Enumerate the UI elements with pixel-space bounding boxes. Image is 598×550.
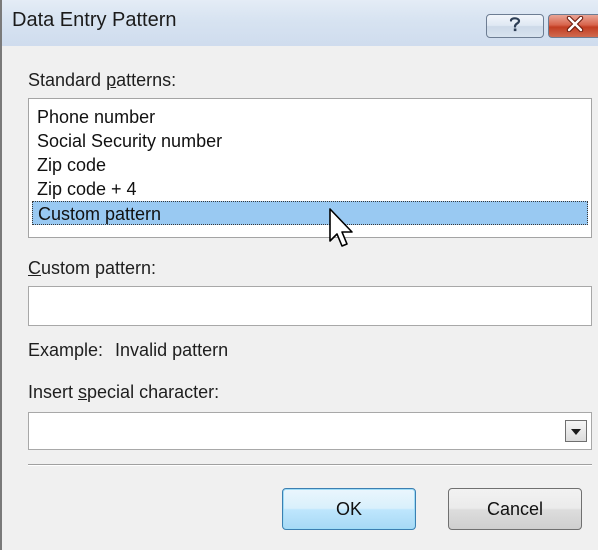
close-x-icon [566,15,584,37]
chevron-down-icon [571,422,581,440]
label-text: pecial character: [87,382,220,402]
pattern-item-phone-number[interactable]: Phone number [33,105,155,129]
example-label: Example: [28,340,104,360]
pattern-item-social-security-number[interactable]: Social Security number [33,129,222,153]
dialog-title: Data Entry Pattern [12,9,177,31]
question-mark-icon [507,15,523,38]
title-bar[interactable]: Data Entry Pattern [2,0,598,46]
example-value: Invalid pattern [115,340,229,360]
label-mnemonic: p [106,70,117,90]
pattern-item-custom-pattern[interactable]: Custom pattern [32,201,588,225]
insert-special-character-combobox[interactable] [28,412,592,450]
label-text: atterns: [116,70,177,90]
close-button[interactable] [548,14,598,38]
data-entry-pattern-dialog: Data Entry Pattern Standard patterns: Ph… [0,0,598,550]
ok-button[interactable]: OK [282,488,416,530]
standard-patterns-label: Standard patterns: [28,70,176,91]
label-mnemonic: s [78,382,88,402]
pattern-item-zip-code-plus-4[interactable]: Zip code + 4 [33,177,137,201]
cancel-button[interactable]: Cancel [448,488,582,530]
insert-special-character-label: Insert special character: [28,382,219,403]
label-text: Insert [28,382,79,402]
example-row: Example: Invalid pattern [28,340,228,361]
dropdown-button[interactable] [565,420,587,442]
divider [28,464,592,466]
mouse-cursor-icon [324,207,360,257]
custom-pattern-label: Custom pattern: [28,258,156,279]
custom-pattern-input[interactable] [28,286,592,326]
label-text: ustom pattern: [41,258,157,278]
help-button[interactable] [486,14,544,38]
label-mnemonic: C [28,258,41,278]
pattern-item-zip-code[interactable]: Zip code [33,153,106,177]
label-text: Standard [28,70,107,90]
standard-patterns-listbox[interactable]: Phone number Social Security number Zip … [28,98,592,238]
